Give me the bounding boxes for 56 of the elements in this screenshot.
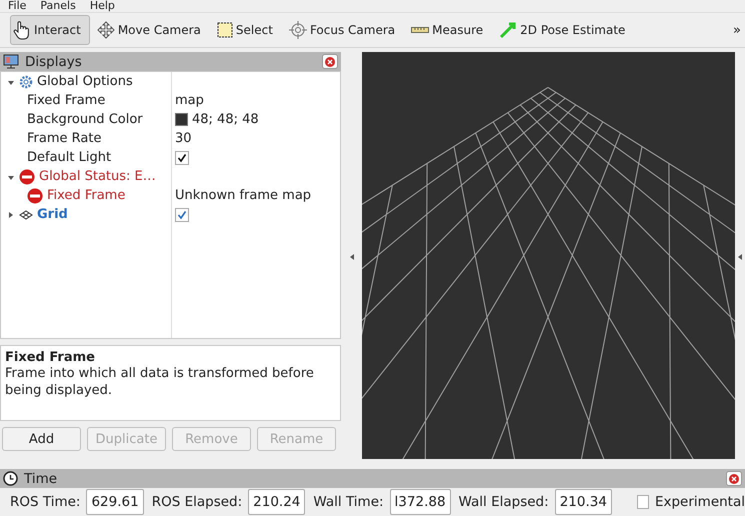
- tree-item-label[interactable]: Background Color: [27, 112, 143, 127]
- property-value: map: [175, 93, 204, 108]
- expand-arrow-icon[interactable]: [7, 210, 15, 218]
- tool-button[interactable]: Move Camera: [94, 15, 210, 45]
- tool-button[interactable]: Interact: [10, 15, 90, 45]
- property-value: 48; 48; 48: [192, 112, 259, 127]
- checkbox[interactable]: [637, 495, 649, 509]
- crosshair-icon: [288, 21, 307, 39]
- description-text: Frame into which all data is transformed before being displayed.: [5, 365, 315, 399]
- tree-item-label[interactable]: Default Light: [27, 150, 112, 165]
- clock-icon: [3, 471, 18, 486]
- tool-button[interactable]: Select: [214, 15, 282, 45]
- error-icon: [19, 168, 35, 184]
- time-label: ROS Time:: [10, 494, 80, 510]
- monitor-icon: [3, 54, 19, 69]
- collapse-arrow-icon[interactable]: [348, 253, 356, 261]
- action-button[interactable]: Add: [2, 427, 81, 451]
- tool-button[interactable]: 2D Pose Estimate: [496, 15, 634, 45]
- ruler-icon: [411, 26, 430, 34]
- time-field[interactable]: 629.61: [86, 489, 144, 515]
- time-label: Wall Time:: [313, 494, 384, 510]
- time-label: ROS Elapsed:: [152, 494, 242, 510]
- hand-pointer-icon: [13, 20, 31, 40]
- collapse-arrow-icon[interactable]: [736, 253, 744, 261]
- tree-item-label[interactable]: Frame Rate: [27, 131, 102, 146]
- menu-item[interactable]: Help: [90, 0, 115, 12]
- move-arrows-icon: [96, 21, 115, 39]
- panel-title: Displays: [25, 54, 82, 70]
- time-field[interactable]: 210.34: [554, 489, 612, 515]
- time-field[interactable]: l372.88: [390, 489, 451, 515]
- tool-button[interactable]: Focus Camera: [286, 15, 404, 45]
- selection-box-icon: [216, 22, 233, 38]
- pose-arrow-icon: [499, 21, 518, 39]
- error-icon: [27, 188, 43, 204]
- time-field[interactable]: 210.24: [248, 489, 306, 515]
- gear-icon: [19, 74, 33, 88]
- tree-item-label[interactable]: Fixed Frame: [47, 188, 126, 203]
- tool-button[interactable]: Measure: [408, 15, 492, 45]
- property-value: 30: [175, 131, 192, 146]
- close-button[interactable]: [322, 54, 338, 69]
- checkbox-label: Experimental: [654, 494, 745, 510]
- close-button[interactable]: [726, 471, 742, 486]
- menu-item[interactable]: Panels: [40, 0, 76, 12]
- tree-item-label[interactable]: Global Options: [37, 74, 133, 89]
- menu-item[interactable]: File: [8, 0, 26, 12]
- time-label: Wall Elapsed:: [458, 494, 549, 510]
- toolbar-overflow-button[interactable]: »: [733, 22, 741, 38]
- panel-title: Time: [24, 470, 58, 486]
- checkbox[interactable]: [175, 150, 189, 164]
- tree-item-label[interactable]: Fixed Frame: [27, 93, 106, 108]
- status-message: Unknown frame map: [175, 188, 312, 203]
- grid-icon: [19, 210, 33, 220]
- description-title: Fixed Frame: [5, 350, 96, 365]
- tree-item-label[interactable]: Grid: [37, 207, 68, 222]
- tree-item-label[interactable]: Global Status: E…: [39, 169, 156, 184]
- checkbox[interactable]: [175, 208, 189, 222]
